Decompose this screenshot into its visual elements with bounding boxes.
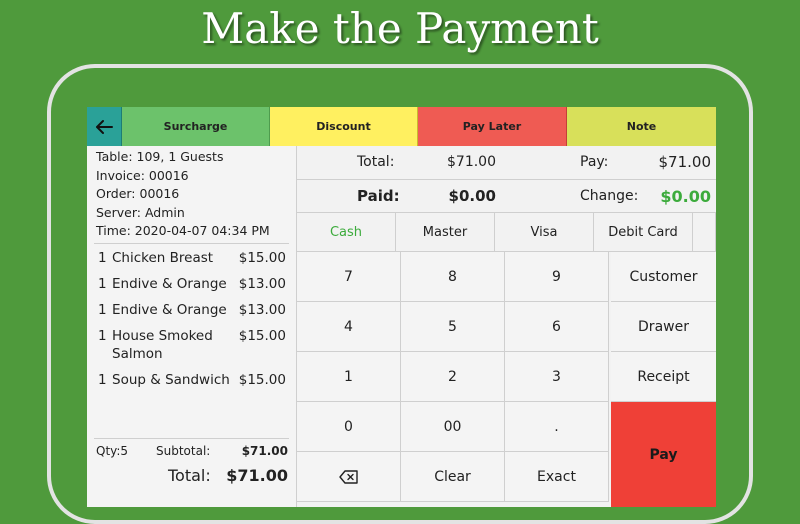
divider bbox=[94, 438, 289, 439]
backspace-button[interactable] bbox=[297, 452, 401, 502]
key-0[interactable]: 0 bbox=[297, 402, 401, 452]
item-price: $15.00 bbox=[238, 328, 286, 344]
item-price: $15.00 bbox=[238, 372, 286, 388]
key-5[interactable]: 5 bbox=[401, 302, 505, 352]
key-decimal[interactable]: . bbox=[505, 402, 609, 452]
item-price: $13.00 bbox=[238, 276, 286, 292]
key-7[interactable]: 7 bbox=[297, 252, 401, 302]
back-button[interactable] bbox=[87, 107, 122, 146]
key-2[interactable]: 2 bbox=[401, 352, 505, 402]
paid-value: $0.00 bbox=[448, 187, 496, 205]
item-name: Chicken Breast bbox=[112, 250, 214, 266]
item-qty: 1 bbox=[98, 372, 107, 388]
list-item[interactable]: 1 Chicken Breast $15.00 bbox=[98, 249, 286, 267]
item-name: Soup & Sandwich bbox=[112, 372, 230, 388]
divider bbox=[94, 243, 289, 244]
tab-debit-card[interactable]: Debit Card bbox=[594, 213, 693, 251]
change-value: $0.00 bbox=[660, 187, 711, 206]
key-8[interactable]: 8 bbox=[401, 252, 505, 302]
pos-screen: Surcharge Discount Pay Later Note Table:… bbox=[87, 107, 716, 507]
key-1[interactable]: 1 bbox=[297, 352, 401, 402]
pay-button[interactable]: Pay bbox=[611, 402, 716, 507]
item-qty: 1 bbox=[98, 302, 107, 318]
order-info: Table: 109, 1 Guests Invoice: 00016 Orde… bbox=[96, 148, 270, 241]
list-item[interactable]: 1 Endive & Orange $13.00 bbox=[98, 275, 286, 293]
key-4[interactable]: 4 bbox=[297, 302, 401, 352]
payment-total-value: $71.00 bbox=[447, 154, 496, 170]
qty-count: Qty:5 bbox=[96, 444, 129, 458]
pay-later-button[interactable]: Pay Later bbox=[418, 107, 567, 146]
server-info: Server: Admin bbox=[96, 204, 185, 220]
item-qty: 1 bbox=[98, 328, 107, 344]
subtotal-value: $71.00 bbox=[241, 444, 288, 458]
key-9[interactable]: 9 bbox=[505, 252, 609, 302]
subtotal-label: Subtotal: bbox=[156, 444, 211, 458]
list-item[interactable]: 1 Endive & Orange $13.00 bbox=[98, 301, 286, 319]
arrow-left-icon bbox=[96, 119, 113, 134]
payment-total-label: Total: bbox=[357, 154, 395, 170]
pay-label: Pay: bbox=[580, 154, 609, 170]
list-item[interactable]: 1 House Smoked Salmon $15.00 bbox=[98, 327, 286, 363]
tab-visa[interactable]: Visa bbox=[495, 213, 594, 251]
tab-more[interactable] bbox=[693, 213, 716, 251]
payment-panel: Total: $71.00 Pay: $71.00 Paid: $0.00 Ch… bbox=[297, 146, 716, 507]
paid-label: Paid: bbox=[357, 187, 400, 205]
table-info: Table: 109, 1 Guests bbox=[96, 149, 224, 164]
clear-button[interactable]: Clear bbox=[401, 452, 505, 502]
list-item[interactable]: 1 Soup & Sandwich $15.00 bbox=[98, 371, 286, 389]
item-name: Endive & Orange bbox=[112, 276, 227, 292]
top-action-bar: Surcharge Discount Pay Later Note bbox=[87, 107, 716, 146]
surcharge-button[interactable]: Surcharge bbox=[122, 107, 270, 146]
keypad: 7 8 9 Customer 4 5 6 Drawer 1 2 3 Receip… bbox=[297, 252, 716, 507]
key-3[interactable]: 3 bbox=[505, 352, 609, 402]
key-00[interactable]: 00 bbox=[401, 402, 505, 452]
item-qty: 1 bbox=[98, 250, 107, 266]
item-name: House Smoked Salmon bbox=[112, 328, 213, 362]
tab-master[interactable]: Master bbox=[396, 213, 495, 251]
paid-change-row: Paid: $0.00 Change: $0.00 bbox=[297, 180, 716, 213]
order-number: Order: 00016 bbox=[96, 186, 180, 202]
order-time: Time: 2020-04-07 04:34 PM bbox=[96, 223, 270, 239]
item-qty: 1 bbox=[98, 276, 107, 292]
item-name: Endive & Orange bbox=[112, 302, 227, 318]
total-label: Total: bbox=[168, 466, 211, 485]
payment-method-tabs: Cash Master Visa Debit Card bbox=[297, 213, 716, 252]
discount-button[interactable]: Discount bbox=[270, 107, 418, 146]
tab-cash[interactable]: Cash bbox=[297, 213, 396, 251]
order-panel: Table: 109, 1 Guests Invoice: 00016 Orde… bbox=[87, 146, 297, 507]
receipt-button[interactable]: Receipt bbox=[611, 352, 716, 402]
backspace-icon bbox=[338, 469, 358, 484]
item-price: $13.00 bbox=[238, 302, 286, 318]
headline: Make the Payment bbox=[201, 4, 599, 53]
drawer-button[interactable]: Drawer bbox=[611, 302, 716, 352]
pay-amount-field[interactable]: $71.00 bbox=[659, 146, 712, 179]
order-items: 1 Chicken Breast $15.00 1 Endive & Orang… bbox=[98, 249, 286, 397]
key-6[interactable]: 6 bbox=[505, 302, 609, 352]
total-pay-row: Total: $71.00 Pay: $71.00 bbox=[297, 146, 716, 180]
item-price: $15.00 bbox=[238, 250, 286, 266]
invoice-info: Invoice: 00016 bbox=[96, 167, 189, 183]
exact-button[interactable]: Exact bbox=[505, 452, 609, 502]
note-button[interactable]: Note bbox=[567, 107, 716, 146]
change-label: Change: bbox=[580, 188, 639, 204]
customer-button[interactable]: Customer bbox=[611, 252, 716, 302]
total-value: $71.00 bbox=[226, 466, 288, 485]
